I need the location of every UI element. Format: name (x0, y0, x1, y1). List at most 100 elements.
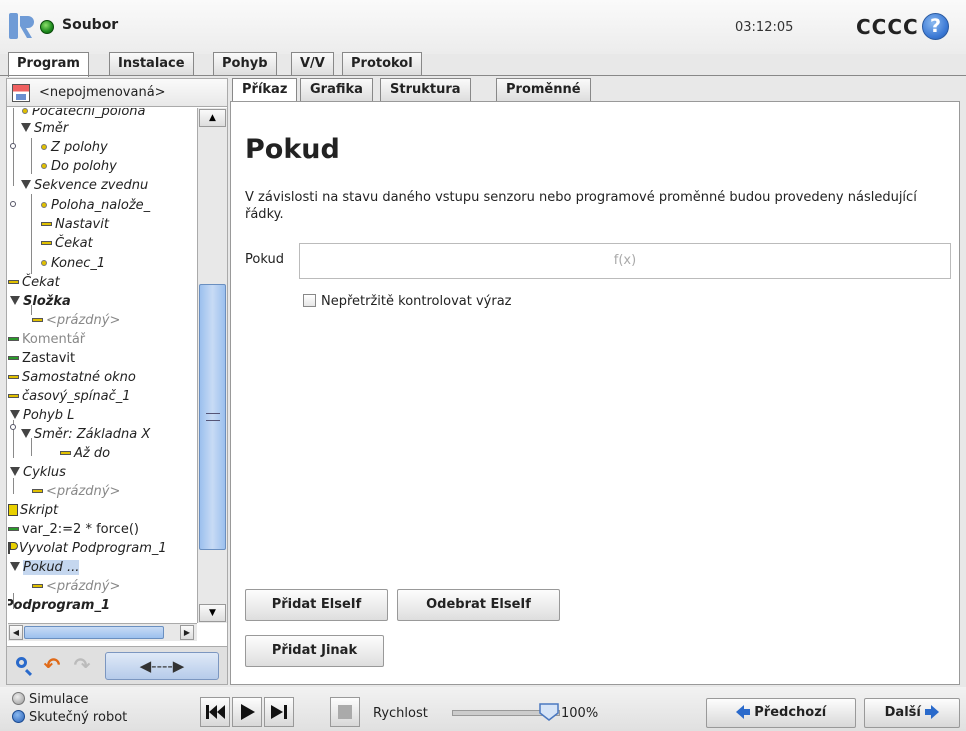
scroll-right-icon[interactable]: ▶ (180, 625, 194, 640)
assignment-icon (8, 526, 19, 531)
search-button[interactable] (10, 652, 36, 680)
step-forward-button[interactable] (264, 697, 294, 727)
command-description: V závislosti na stavu daného vstupu senz… (245, 190, 917, 222)
command-icon (8, 374, 19, 379)
tree-node[interactable]: Čekat (8, 273, 60, 292)
tree-node[interactable]: Cyklus (10, 463, 66, 482)
file-menu[interactable]: Soubor (62, 17, 118, 33)
tree-node[interactable]: var_2:=2 * force() (8, 520, 139, 539)
tab-variables[interactable]: Proměnné (496, 78, 591, 102)
continuous-check-option[interactable]: Nepřetržitě kontrolovat výraz (303, 294, 511, 309)
ur-logo-icon (9, 13, 34, 39)
tab-log[interactable]: Protokol (342, 52, 422, 76)
tab-io[interactable]: V/V (291, 52, 334, 76)
tree-node[interactable]: Komentář (8, 330, 85, 349)
program-tree[interactable]: Počáteční_poloha Směr Z polohy Do polohy… (8, 108, 197, 623)
move-node-button[interactable]: ◀‑‑‑‑▶ (105, 652, 219, 680)
tree-expander[interactable] (10, 201, 16, 207)
tree-node[interactable]: Zastavit (8, 349, 75, 368)
folder-triangle-icon (10, 562, 20, 571)
tree-node[interactable]: Podprogram_1 (8, 596, 110, 615)
next-button[interactable]: Další (864, 698, 960, 728)
tree-node[interactable]: <prázdný> (32, 577, 120, 596)
if-label: Pokud (245, 252, 284, 267)
redo-icon[interactable]: ↷ (68, 652, 96, 680)
tree-node[interactable]: Konec_1 (41, 254, 105, 273)
step-forward-icon (271, 705, 287, 719)
tab-move[interactable]: Pohyb (213, 52, 277, 76)
comment-icon (8, 336, 19, 341)
command-icon (41, 221, 52, 226)
continuous-check-label: Nepřetržitě kontrolovat výraz (321, 294, 512, 309)
tree-node[interactable]: <prázdný> (32, 482, 120, 501)
save-file-icon[interactable] (12, 84, 30, 102)
tree-node[interactable]: časový_spínač_1 (8, 387, 131, 406)
tree-node-selected[interactable]: Pokud ... (10, 558, 80, 577)
folder-triangle-icon (21, 180, 31, 189)
real-robot-label: Skutečný robot (29, 710, 128, 725)
program-file-name: <nepojmenovaná> (39, 85, 166, 100)
remove-elseif-button[interactable]: Odebrat ElseIf (397, 589, 560, 621)
tree-node[interactable]: Do polohy (41, 157, 117, 176)
stop-icon (338, 705, 352, 719)
tree-node[interactable]: Z polohy (41, 138, 108, 157)
file-bar: <nepojmenovaná> (7, 79, 227, 107)
tree-node[interactable]: Poloha_nalože_ (41, 196, 150, 215)
expression-input[interactable]: f(x) (299, 243, 951, 279)
real-robot-option[interactable]: Skutečný robot (12, 710, 127, 725)
folder-triangle-icon (21, 123, 31, 132)
tree-node[interactable]: Nastavit (41, 215, 109, 234)
tab-graphics[interactable]: Grafika (300, 78, 373, 102)
scroll-up-icon[interactable]: ▲ (199, 109, 226, 127)
tab-installation[interactable]: Instalace (109, 52, 194, 76)
speed-slider-handle[interactable] (538, 702, 560, 722)
simulation-option[interactable]: Simulace (12, 692, 89, 707)
clock: 03:12:05 (735, 20, 794, 35)
waypoint-icon (41, 162, 47, 169)
tree-node[interactable]: Sekvence zvednu (21, 176, 148, 195)
add-else-button[interactable]: Přidat Jinak (245, 635, 384, 667)
tree-vertical-scrollbar[interactable]: ▲ ▼ (197, 108, 227, 623)
top-bar: Soubor 03:12:05 CCCC ? (0, 0, 966, 54)
arrow-left-shaft (743, 708, 750, 715)
previous-button[interactable]: Předchozí (706, 698, 856, 728)
play-icon (241, 704, 255, 720)
tree-node[interactable]: Vyvolat Podprogram_1 (8, 539, 167, 558)
real-robot-radio[interactable] (12, 710, 25, 723)
scroll-left-icon[interactable]: ◀ (9, 625, 23, 640)
tree-node[interactable]: <prázdný> (32, 311, 120, 330)
speed-value: 100% (561, 706, 599, 721)
tree-line (31, 194, 32, 274)
tab-program[interactable]: Program (8, 52, 89, 77)
add-elseif-button[interactable]: Přidat ElseIf (245, 589, 388, 621)
command-icon (8, 393, 19, 398)
tab-structure[interactable]: Struktura (380, 78, 471, 102)
tree-node[interactable]: Směr (21, 119, 68, 138)
tree-node[interactable]: Skript (8, 501, 58, 520)
tree-expander[interactable] (10, 143, 16, 149)
tree-horizontal-scrollbar[interactable]: ◀ ▶ (8, 623, 197, 641)
play-button[interactable] (232, 697, 262, 727)
tree-node[interactable]: Až do (60, 444, 110, 463)
tree-node[interactable]: Pohyb L (10, 406, 74, 425)
waypoint-icon (22, 108, 28, 114)
continuous-check-checkbox[interactable] (303, 294, 316, 307)
simulation-radio[interactable] (12, 692, 25, 705)
tree-node[interactable]: Samostatné okno (8, 368, 136, 387)
tree-node[interactable]: Směr: Základna X (21, 425, 150, 444)
tree-node[interactable]: Čekat (41, 234, 93, 253)
status-indicator-icon (40, 20, 54, 34)
scroll-thumb[interactable] (199, 284, 226, 550)
command-icon (32, 488, 43, 493)
help-icon[interactable]: ? (922, 13, 949, 40)
scroll-down-icon[interactable]: ▼ (199, 604, 226, 622)
undo-icon[interactable]: ↶ (38, 652, 66, 680)
tab-command[interactable]: Příkaz (232, 78, 298, 103)
scroll-thumb[interactable] (24, 626, 164, 639)
stop-button[interactable] (330, 697, 360, 727)
tree-line (31, 138, 32, 174)
skip-back-button[interactable] (200, 697, 230, 727)
simulation-label: Simulace (29, 692, 89, 707)
tree-node[interactable]: Složka (10, 292, 71, 311)
call-subprogram-icon (8, 541, 18, 554)
